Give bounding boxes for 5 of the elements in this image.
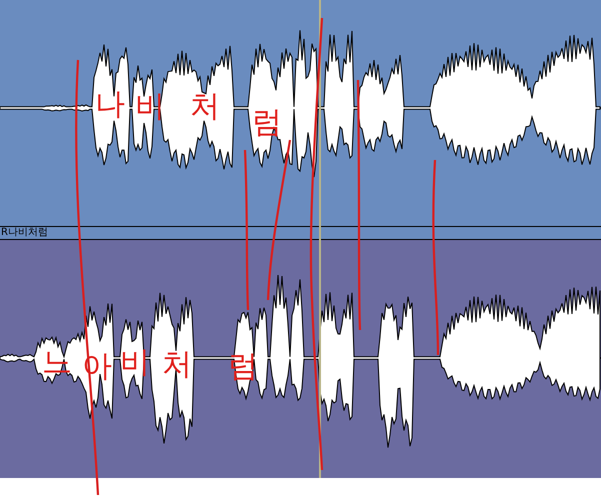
handwritten-note: 럼: [252, 108, 282, 138]
handwritten-note: 처: [190, 92, 220, 122]
handwritten-note: 나: [95, 90, 125, 120]
handwritten-note: 처: [162, 350, 192, 380]
track-label: R나비처럼: [0, 226, 601, 240]
